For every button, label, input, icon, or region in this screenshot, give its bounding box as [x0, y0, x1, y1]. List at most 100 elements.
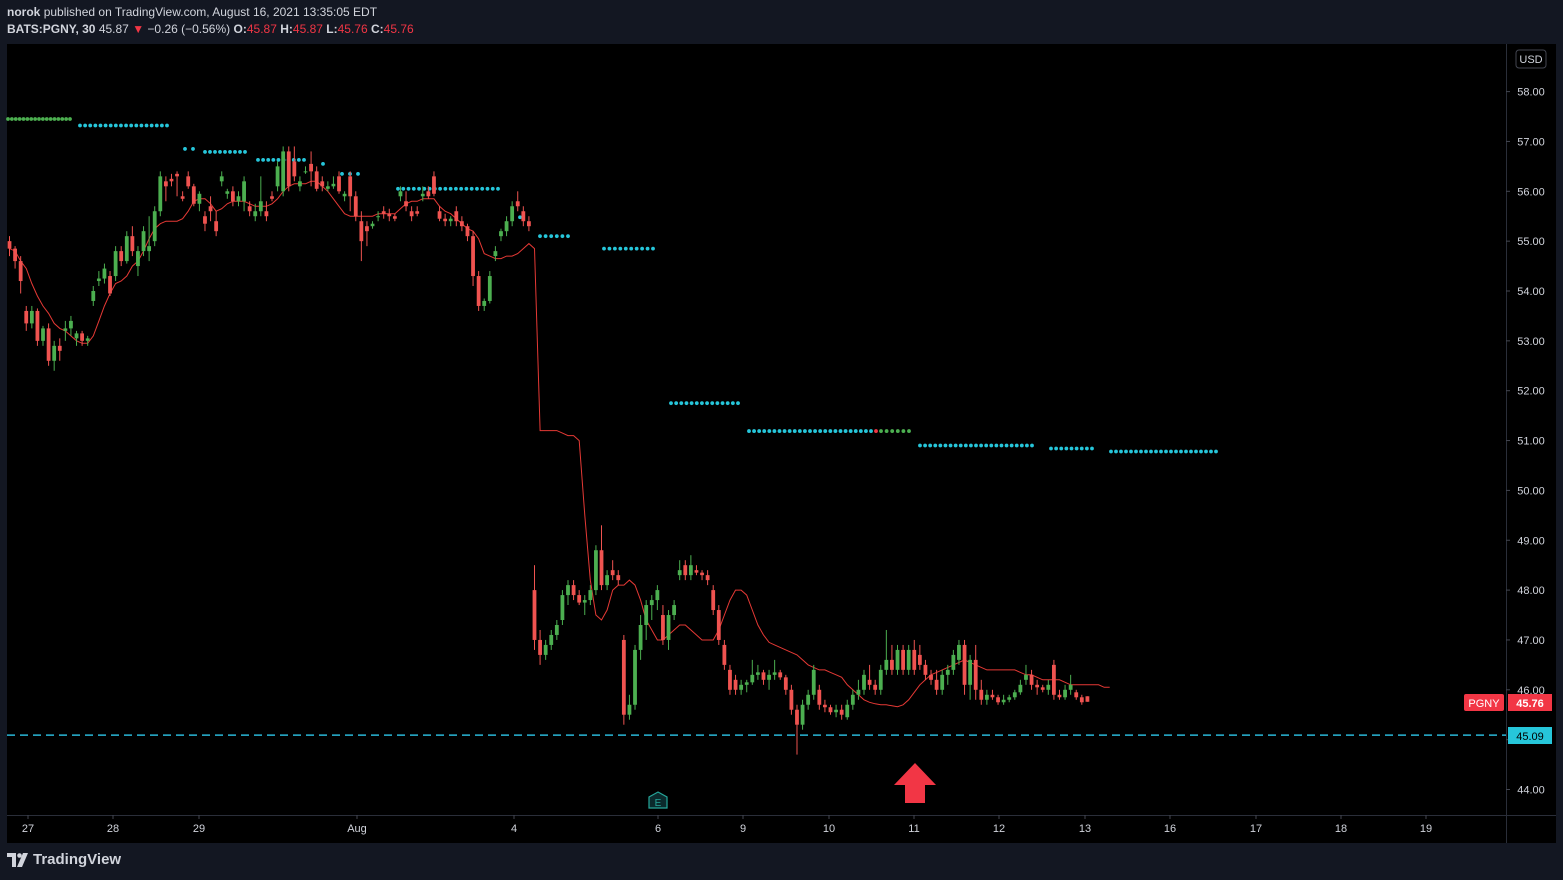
candle-body — [80, 333, 85, 341]
price-tick-label: 55.00 — [1517, 236, 1545, 248]
time-tick-label: 18 — [1335, 823, 1347, 835]
symbol-interval[interactable]: BATS:PGNY, 30 — [7, 22, 95, 36]
candle-body — [716, 610, 721, 640]
candle-body — [231, 191, 235, 202]
chart-canvas[interactable]: 44.0045.0046.0047.0048.0049.0050.0051.00… — [0, 0, 1563, 880]
trend-dot — [853, 429, 858, 433]
trend-dot — [401, 186, 406, 191]
candle-body — [767, 674, 771, 680]
candle-body — [1029, 674, 1034, 685]
trend-dot — [1114, 449, 1118, 454]
trend-dot — [1154, 449, 1158, 454]
trend-dot — [843, 429, 848, 433]
trend-dot — [787, 429, 792, 433]
trend-dot — [518, 215, 522, 220]
trend-dot — [818, 429, 823, 433]
candle-body — [755, 672, 760, 675]
trend-dot — [52, 117, 57, 121]
open-value: 45.87 — [246, 22, 277, 36]
candle-body — [672, 605, 677, 616]
candle-body — [376, 216, 381, 218]
trend-dot — [485, 186, 490, 191]
open-label: O: — [233, 22, 247, 36]
candle-body — [1063, 689, 1067, 698]
trend-dot — [321, 161, 325, 166]
candle — [811, 664, 816, 700]
candle-body — [1074, 692, 1079, 698]
trend-dot — [37, 117, 41, 121]
candle-body — [426, 191, 431, 197]
tradingview-logo[interactable]: TradingView — [7, 851, 121, 868]
candle-body — [325, 186, 330, 189]
candle-body — [739, 684, 744, 690]
candle-body — [728, 669, 732, 690]
trend-dot — [747, 429, 751, 433]
candle-body — [7, 241, 12, 249]
candle-body — [834, 709, 838, 713]
candle-body — [1068, 684, 1073, 690]
candle-body — [102, 268, 107, 279]
trend-dot — [938, 443, 943, 448]
trend-dot — [710, 401, 715, 406]
candle-body — [381, 211, 386, 214]
candle-body — [823, 704, 827, 708]
candle-body — [655, 590, 660, 601]
trend-dot — [1164, 449, 1168, 454]
trend-dot — [159, 123, 164, 128]
trend-dot — [1184, 449, 1188, 454]
candle-body — [929, 674, 933, 680]
trend-dot — [411, 186, 416, 191]
candle — [1051, 659, 1056, 700]
trend-dot — [475, 186, 479, 191]
candle-body — [532, 590, 537, 640]
time-axis[interactable] — [7, 815, 1556, 843]
trend-dot — [480, 186, 485, 191]
price-tick-label: 58.00 — [1517, 87, 1545, 99]
candle-body — [24, 310, 29, 324]
trend-dot — [772, 429, 777, 433]
candle-body — [571, 585, 576, 596]
candle-body — [923, 664, 928, 675]
candle-body — [990, 694, 995, 698]
candle-body — [744, 682, 749, 685]
candle-body — [476, 276, 481, 306]
trend-dot — [953, 443, 958, 448]
candle-body — [722, 644, 727, 665]
author-name[interactable]: norok — [7, 5, 40, 19]
candle-body — [677, 570, 682, 576]
trend-dot — [858, 429, 863, 433]
candle-body — [594, 550, 598, 591]
candle-body — [69, 320, 73, 329]
candle-body — [694, 570, 699, 573]
earnings-label: E — [655, 798, 662, 809]
trend-dot — [994, 443, 999, 448]
trend-dot — [302, 157, 306, 162]
candle-body — [733, 679, 738, 690]
time-tick-label: 16 — [1164, 823, 1176, 835]
trend-dot — [443, 186, 448, 191]
candle-body — [661, 615, 665, 640]
candle-body — [314, 171, 319, 189]
candle-body — [459, 221, 464, 227]
candle-body — [945, 669, 950, 675]
trend-dot — [48, 117, 53, 121]
candle-body — [901, 649, 905, 670]
support-price-label: 45.09 — [1516, 731, 1544, 743]
candle-body — [113, 251, 118, 277]
time-tick-label: Aug — [347, 823, 367, 835]
currency-badge[interactable]: USD — [1515, 49, 1547, 69]
price-tick-label: 54.00 — [1517, 286, 1545, 298]
trend-dot — [271, 157, 276, 162]
price-tick-label: 49.00 — [1517, 535, 1545, 547]
trend-dot — [1064, 446, 1069, 451]
candle-body — [63, 328, 68, 331]
candle-body — [638, 624, 643, 650]
trend-dot — [9, 117, 14, 121]
time-tick-label: 19 — [1420, 823, 1432, 835]
candle — [560, 590, 565, 625]
candle-body — [616, 575, 621, 581]
trend-dot — [453, 186, 458, 191]
candle-body — [74, 333, 79, 339]
candle — [716, 605, 721, 645]
candle-body — [409, 211, 414, 217]
